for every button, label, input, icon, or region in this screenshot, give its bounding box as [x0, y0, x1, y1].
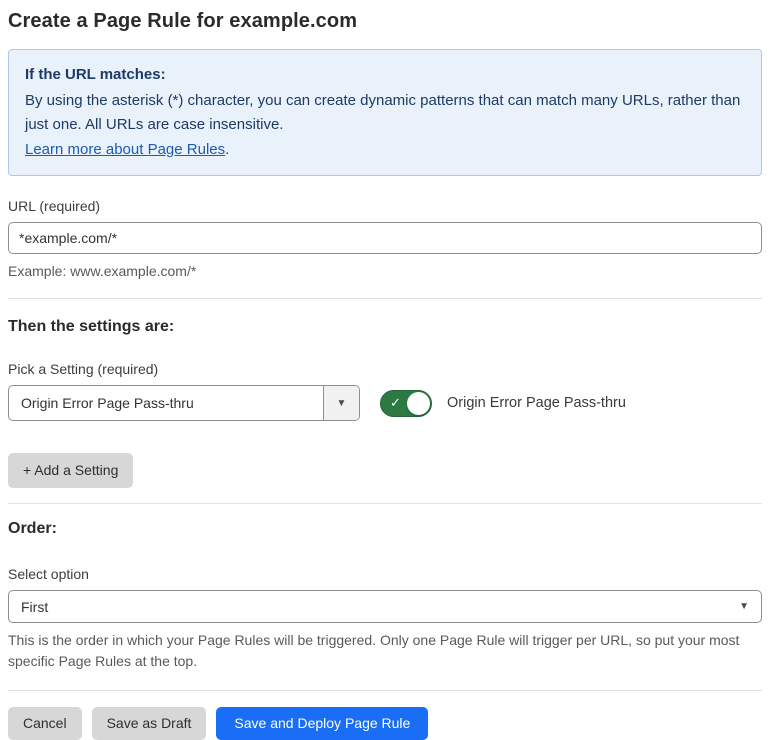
order-select-value: First: [21, 598, 49, 615]
order-helper-text: This is the order in which your Page Rul…: [8, 632, 740, 670]
setting-toggle-wrap: ✓ Origin Error Page Pass-thru: [380, 389, 626, 417]
setting-dropdown-button[interactable]: ▼: [323, 386, 359, 421]
url-input[interactable]: [8, 222, 762, 254]
url-match-info-box: If the URL matches: By using the asteris…: [8, 49, 762, 176]
add-setting-button[interactable]: + Add a Setting: [8, 453, 134, 489]
learn-more-link[interactable]: Learn more about Page Rules: [25, 141, 225, 158]
pick-setting-label: Pick a Setting (required): [8, 361, 159, 378]
save-draft-button[interactable]: Save as Draft: [91, 707, 207, 740]
order-select[interactable]: First ▼: [8, 590, 762, 624]
cancel-button[interactable]: Cancel: [8, 707, 82, 740]
footer-divider: [8, 690, 762, 692]
origin-error-toggle[interactable]: ✓: [380, 389, 432, 417]
settings-section-heading: Then the settings are:: [8, 318, 175, 336]
select-option-label: Select option: [8, 566, 89, 583]
footer-actions: Cancel Save as Draft Save and Deploy Pag…: [8, 707, 762, 740]
save-deploy-button[interactable]: Save and Deploy Page Rule: [216, 707, 429, 740]
setting-dropdown[interactable]: Origin Error Page Pass-thru ▼: [8, 385, 360, 422]
order-section-heading: Order:: [8, 520, 57, 538]
toggle-label: Origin Error Page Pass-thru: [447, 395, 626, 412]
caret-down-icon: ▼: [336, 397, 347, 409]
info-link-line: Learn more about Page Rules.: [25, 138, 745, 161]
check-icon: ✓: [390, 395, 401, 411]
section-divider-2: [8, 503, 762, 505]
info-box-heading: If the URL matches:: [25, 66, 166, 83]
toggle-knob: [407, 391, 430, 415]
setting-row: Origin Error Page Pass-thru ▼ ✓ Origin E…: [8, 385, 762, 422]
page-rule-form: Create a Page Rule for example.com If th…: [0, 0, 770, 740]
caret-down-icon: ▼: [739, 601, 749, 613]
page-title: Create a Page Rule for example.com: [8, 10, 358, 32]
info-box-body: By using the asterisk (*) character, you…: [25, 92, 741, 133]
section-divider: [8, 298, 762, 300]
setting-dropdown-value: Origin Error Page Pass-thru: [21, 395, 194, 412]
url-field-label: URL (required): [8, 198, 101, 214]
url-example-helper: Example: www.example.com/*: [8, 263, 197, 279]
link-period: .: [225, 140, 230, 158]
